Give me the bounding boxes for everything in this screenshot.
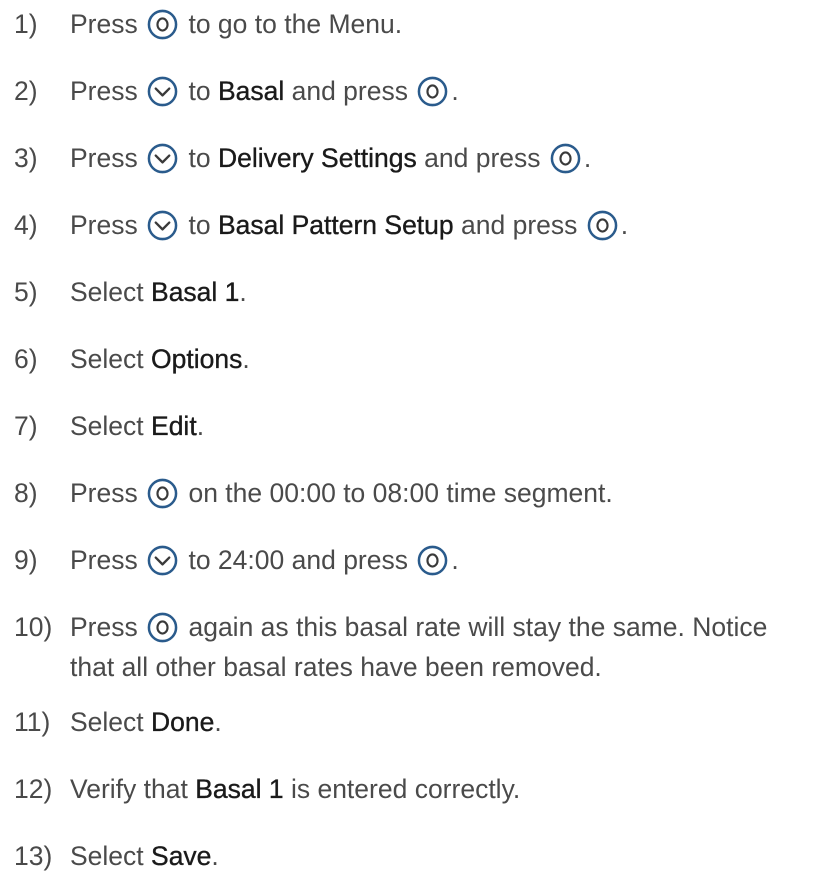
down-button-icon bbox=[147, 210, 178, 241]
instruction-text: Select bbox=[70, 841, 152, 871]
menu-option-label: Save bbox=[151, 841, 212, 871]
step-number: 4) bbox=[14, 210, 38, 240]
step-number: 6) bbox=[14, 344, 38, 374]
menu-option-label: Basal 1 bbox=[151, 277, 240, 307]
menu-option-label: Delivery Settings bbox=[217, 143, 417, 173]
select-button-icon bbox=[417, 76, 448, 107]
step-text: Press to Delivery Settings and press . bbox=[70, 138, 830, 178]
instruction-text: . bbox=[196, 411, 205, 441]
instruction-text: Press bbox=[70, 612, 146, 642]
step-number: 1) bbox=[14, 9, 38, 39]
instruction-text: Press bbox=[70, 9, 146, 39]
down-button-icon bbox=[147, 76, 178, 107]
step-text: Press to Basal and press . bbox=[70, 71, 830, 111]
instruction-text: Select bbox=[70, 411, 152, 441]
menu-option-label: Edit bbox=[151, 411, 197, 441]
step-number: 9) bbox=[14, 545, 38, 575]
step-number: 5) bbox=[14, 277, 38, 307]
step-text: Select Edit. bbox=[70, 406, 830, 446]
instruction-text: to go to the Menu. bbox=[181, 9, 403, 39]
menu-option-label: Basal Pattern Setup bbox=[217, 210, 454, 240]
step-text: Select Save. bbox=[70, 836, 830, 876]
select-button-icon bbox=[147, 612, 178, 643]
instruction-text: Press bbox=[70, 210, 146, 240]
instruction-text: to bbox=[181, 210, 218, 240]
menu-option-label: Options bbox=[151, 344, 243, 374]
instruction-text: Select bbox=[70, 344, 152, 374]
step-text: Press on the 00:00 to 08:00 time segment… bbox=[70, 473, 830, 513]
menu-option-label: Basal bbox=[217, 76, 285, 106]
step-text: Verify that Basal 1 is entered correctly… bbox=[70, 769, 830, 809]
instruction-text: to bbox=[181, 143, 218, 173]
instruction-text: Press bbox=[70, 478, 146, 508]
instruction-text: . bbox=[451, 76, 459, 106]
instruction-text: again as this basal rate will stay the s… bbox=[181, 612, 768, 642]
instruction-text: on the 00:00 to 08:00 time segment. bbox=[181, 478, 613, 508]
step-number: 3) bbox=[14, 143, 38, 173]
step-text: Press to Basal Pattern Setup and press . bbox=[70, 205, 830, 245]
instruction-text: that all other basal rates have been rem… bbox=[70, 652, 602, 682]
step-number: 12) bbox=[14, 774, 53, 804]
select-button-icon bbox=[550, 143, 581, 174]
instruction-text: . bbox=[242, 344, 250, 374]
instruction-steps: 1) Press to go to the Menu. 2) Press to Bas… bbox=[0, 0, 836, 877]
instruction-text: . bbox=[211, 841, 219, 871]
step-text: Press to 24:00 and press . bbox=[70, 540, 830, 580]
select-button-icon bbox=[417, 545, 448, 576]
step-number: 13) bbox=[14, 841, 53, 871]
step-text: Press again as this basal rate will stay… bbox=[70, 607, 830, 687]
instruction-text: . bbox=[239, 277, 247, 307]
instruction-text: and press bbox=[416, 143, 548, 173]
down-button-icon bbox=[147, 143, 178, 174]
step-text: Select Basal 1. bbox=[70, 272, 830, 312]
instruction-text: to 24:00 and press bbox=[181, 545, 416, 575]
menu-option-label: Done bbox=[151, 707, 215, 737]
instruction-text: Select bbox=[70, 707, 152, 737]
select-button-icon bbox=[587, 210, 618, 241]
instruction-text: . bbox=[583, 143, 592, 173]
instruction-text: . bbox=[620, 210, 629, 240]
step-text: Select Done. bbox=[70, 702, 830, 742]
instruction-text: Verify that bbox=[70, 774, 196, 804]
select-button-icon bbox=[147, 478, 178, 509]
menu-option-label: Basal 1 bbox=[195, 774, 284, 804]
instruction-text: Select bbox=[70, 277, 152, 307]
instruction-text: Press bbox=[70, 76, 146, 106]
instruction-text: to bbox=[181, 76, 218, 106]
step-number: 8) bbox=[14, 478, 38, 508]
instruction-text: Press bbox=[70, 545, 146, 575]
instruction-text: Press bbox=[70, 143, 146, 173]
instruction-text: is entered correctly. bbox=[283, 774, 521, 804]
instruction-text: . bbox=[451, 545, 459, 575]
step-number: 7) bbox=[14, 411, 38, 441]
step-number: 11) bbox=[14, 707, 51, 737]
select-button-icon bbox=[147, 9, 178, 40]
down-button-icon bbox=[147, 545, 178, 576]
step-number: 2) bbox=[14, 76, 38, 106]
step-text: Select Options. bbox=[70, 339, 830, 379]
step-number: 10) bbox=[14, 612, 53, 642]
instruction-text: . bbox=[214, 707, 222, 737]
instruction-text: and press bbox=[284, 76, 416, 106]
instruction-text: and press bbox=[453, 210, 585, 240]
step-text: Press to go to the Menu. bbox=[70, 4, 830, 44]
